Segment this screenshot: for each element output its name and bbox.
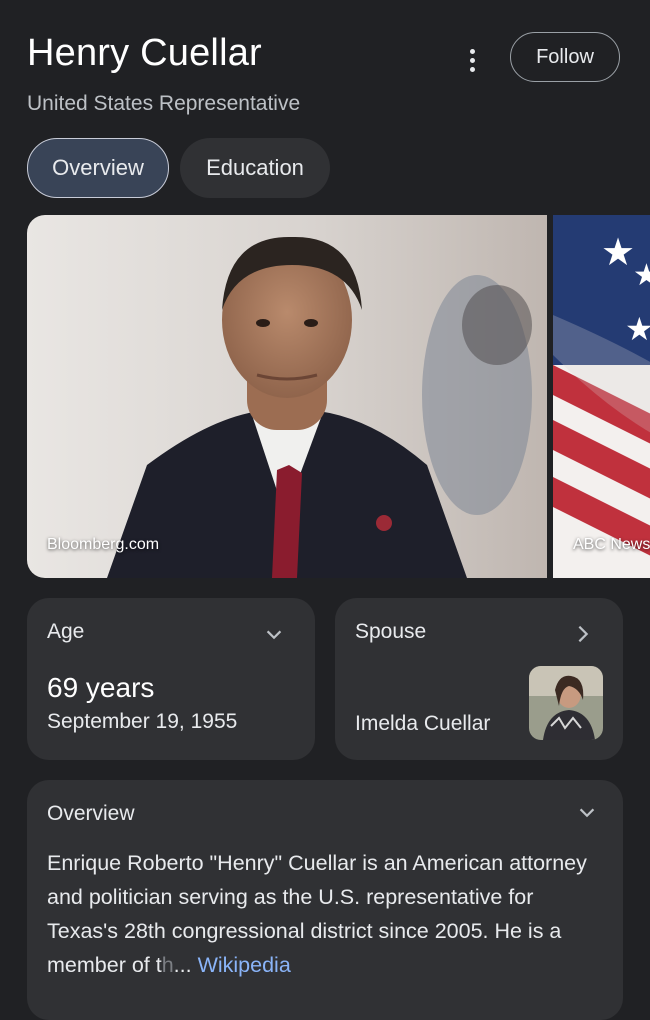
spouse-avatar[interactable]	[529, 666, 603, 740]
age-label: Age	[47, 620, 85, 643]
svg-text:★: ★	[625, 310, 650, 348]
wikipedia-link[interactable]: Wikipedia	[198, 953, 291, 977]
age-value: 69 years	[47, 672, 155, 703]
overview-description: Enrique Roberto "Henry" Cuellar is an Am…	[47, 846, 607, 982]
portrait-photo	[27, 215, 547, 578]
image-result-portrait[interactable]: Bloomberg.com	[27, 215, 547, 578]
overview-text: Enrique Roberto "Henry" Cuellar is an Am…	[47, 851, 587, 977]
overview-card[interactable]: Overview Enrique Roberto "Henry" Cuellar…	[27, 780, 623, 1020]
overview-ellipsis: ...	[173, 953, 192, 977]
svg-text:★: ★	[633, 258, 650, 293]
overview-text-fade: h	[161, 953, 174, 977]
more-vert-icon	[469, 48, 475, 54]
image-source-label: ABC News	[573, 536, 650, 553]
page-title: Henry Cuellar	[27, 32, 262, 74]
tab-overview[interactable]: Overview	[27, 138, 169, 198]
more-options-button[interactable]	[456, 42, 488, 78]
chevron-down-icon	[579, 808, 595, 818]
spouse-photo	[529, 666, 603, 740]
chevron-right-icon	[578, 625, 589, 643]
image-source-label: Bloomberg.com	[47, 536, 160, 553]
spouse-card[interactable]: Spouse Imelda Cuellar	[335, 598, 623, 760]
flag-photo: ★ ★ ★	[553, 215, 650, 578]
tab-education[interactable]: Education	[180, 138, 330, 198]
page-subtitle: United States Representative	[27, 92, 301, 115]
chevron-down-icon	[266, 630, 282, 640]
image-result-flag[interactable]: ★ ★ ★ ABC News	[553, 215, 650, 578]
overview-label: Overview	[47, 802, 135, 825]
follow-button[interactable]: Follow	[510, 32, 620, 82]
spouse-name: Imelda Cuellar	[355, 712, 491, 735]
spouse-label: Spouse	[355, 620, 427, 643]
more-vert-icon-dot	[469, 57, 475, 63]
more-vert-icon-dot	[469, 66, 475, 72]
birth-date: September 19, 1955	[47, 710, 238, 733]
svg-text:★: ★	[601, 230, 635, 274]
age-card[interactable]: Age 69 years September 19, 1955	[27, 598, 315, 760]
